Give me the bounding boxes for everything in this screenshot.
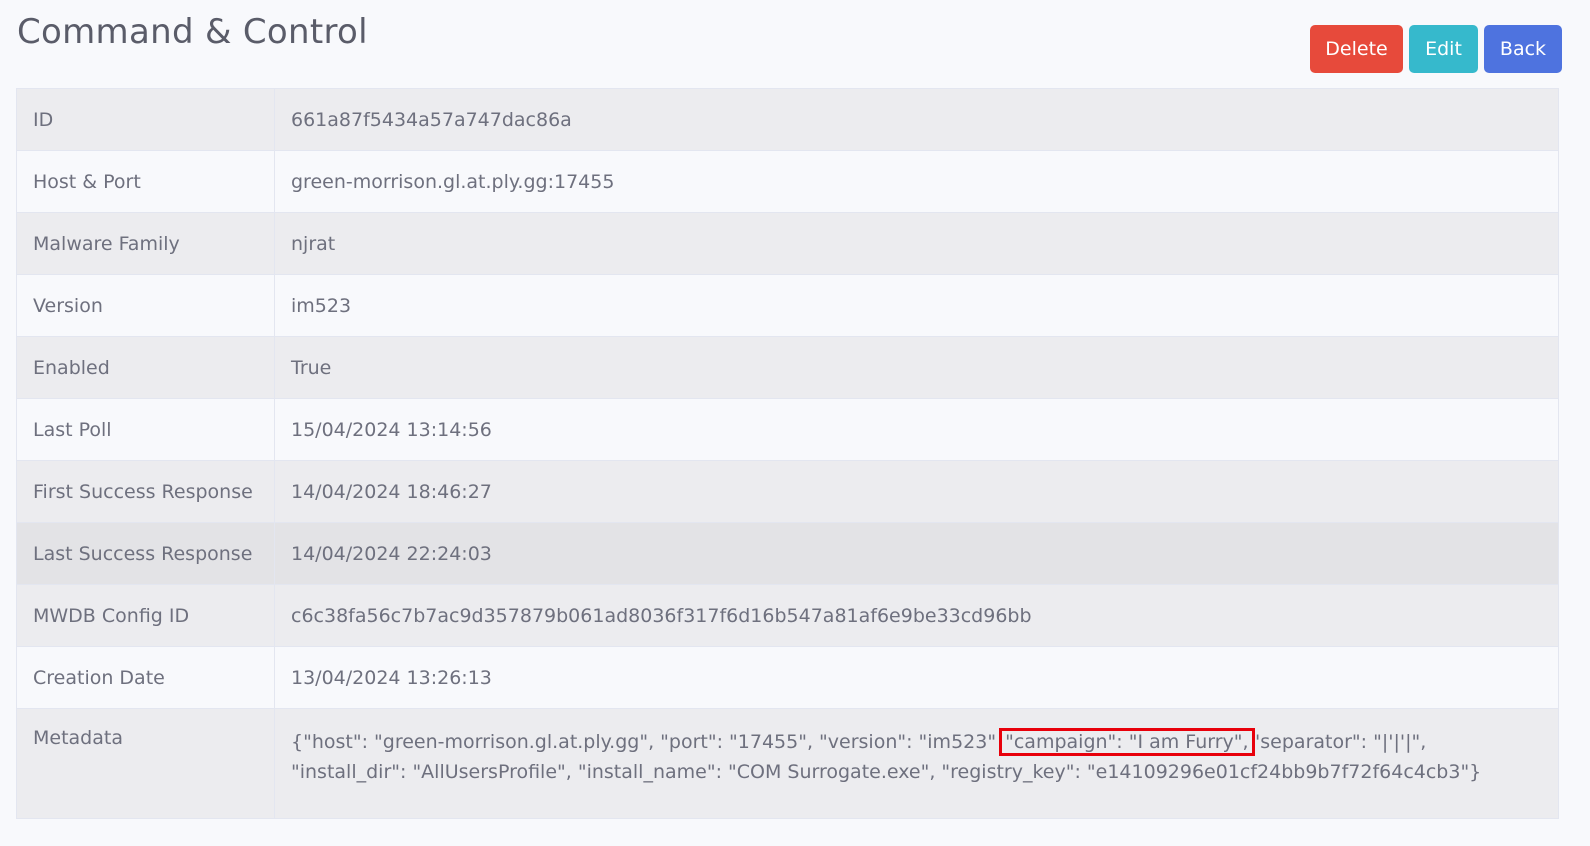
metadata-json-before: {"host": "green-morrison.gl.at.ply.gg", … (291, 731, 997, 753)
detail-value: 661a87f5434a57a747dac86a (274, 88, 1559, 151)
detail-key: Creation Date (16, 646, 275, 709)
page-title: Command & Control (17, 12, 368, 52)
detail-value: True (274, 336, 1559, 399)
detail-key: Malware Family (16, 212, 275, 275)
detail-row-version: Version im523 (16, 274, 1559, 337)
detail-key: Metadata (16, 708, 275, 819)
detail-key: Host & Port (16, 150, 275, 213)
detail-value: c6c38fa56c7b7ac9d357879b061ad8036f317f6d… (274, 584, 1559, 647)
detail-value: 14/04/2024 22:24:03 (274, 522, 1559, 585)
metadata-value: {"host": "green-morrison.gl.at.ply.gg", … (274, 708, 1559, 819)
detail-key: Version (16, 274, 275, 337)
action-buttons: Delete Edit Back (1310, 25, 1562, 73)
campaign-highlight-box: "campaign": "I am Furry", (999, 728, 1255, 756)
detail-value: 15/04/2024 13:14:56 (274, 398, 1559, 461)
detail-row-creation-date: Creation Date 13/04/2024 13:26:13 (16, 646, 1559, 709)
detail-row-first-success: First Success Response 14/04/2024 18:46:… (16, 460, 1559, 523)
details-table: ID 661a87f5434a57a747dac86a Host & Port … (16, 88, 1559, 819)
detail-row-enabled: Enabled True (16, 336, 1559, 399)
detail-key: MWDB Config ID (16, 584, 275, 647)
detail-value: im523 (274, 274, 1559, 337)
metadata-json: {"host": "green-morrison.gl.at.ply.gg", … (291, 728, 1481, 783)
detail-key: ID (16, 88, 275, 151)
detail-row-host-port: Host & Port green-morrison.gl.at.ply.gg:… (16, 150, 1559, 213)
detail-key: Last Poll (16, 398, 275, 461)
detail-row-metadata: Metadata {"host": "green-morrison.gl.at.… (16, 708, 1559, 819)
detail-key: First Success Response (16, 460, 275, 523)
edit-button[interactable]: Edit (1409, 25, 1478, 73)
detail-value: 13/04/2024 13:26:13 (274, 646, 1559, 709)
detail-value: green-morrison.gl.at.ply.gg:17455 (274, 150, 1559, 213)
detail-value: 14/04/2024 18:46:27 (274, 460, 1559, 523)
detail-row-last-success: Last Success Response 14/04/2024 22:24:0… (16, 522, 1559, 585)
detail-row-id: ID 661a87f5434a57a747dac86a (16, 88, 1559, 151)
detail-key: Enabled (16, 336, 275, 399)
detail-key: Last Success Response (16, 522, 275, 585)
detail-value: njrat (274, 212, 1559, 275)
page: Command & Control Delete Edit Back ID 66… (0, 0, 1590, 846)
delete-button[interactable]: Delete (1310, 25, 1403, 73)
detail-row-last-poll: Last Poll 15/04/2024 13:14:56 (16, 398, 1559, 461)
back-button[interactable]: Back (1484, 25, 1562, 73)
detail-row-mwdb-config-id: MWDB Config ID c6c38fa56c7b7ac9d357879b0… (16, 584, 1559, 647)
detail-row-malware-family: Malware Family njrat (16, 212, 1559, 275)
